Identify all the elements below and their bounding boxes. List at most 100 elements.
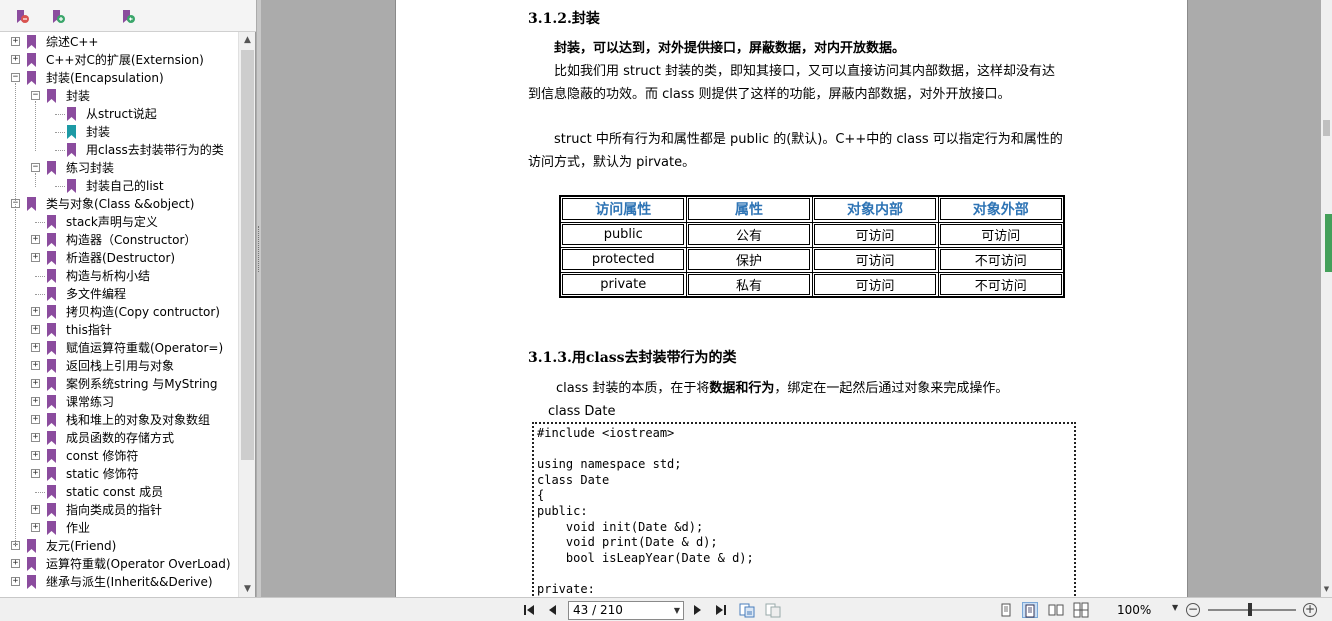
- tree-connector: [35, 492, 45, 493]
- facing-pages-view-icon[interactable]: [1048, 602, 1064, 618]
- bookmark-icon: [27, 71, 36, 85]
- bookmark-label: 返回栈上引用与对象: [66, 359, 175, 373]
- document-page: 3.1.2.封装 封装，可以达到，对外提供接口，屏蔽数据，对内开放数据。 比如我…: [395, 0, 1188, 597]
- expand-icon[interactable]: +: [31, 397, 40, 406]
- section-heading-3-1-2: 3.1.2.封装: [528, 11, 600, 27]
- bookmark-item[interactable]: + 成员函数的存储方式: [0, 429, 238, 447]
- bookmark-item[interactable]: − 封装(Encapsulation): [0, 69, 238, 87]
- code-line: class Date: [537, 472, 610, 487]
- bookmark-item[interactable]: + 析造器(Destructor): [0, 249, 238, 267]
- continuous-facing-view-icon[interactable]: [1073, 602, 1089, 618]
- zoom-slider-thumb[interactable]: [1248, 603, 1252, 616]
- bookmark-icon: [27, 575, 36, 589]
- next-page-icon[interactable]: [689, 602, 705, 618]
- bookmark-item[interactable]: + static 修饰符: [0, 465, 238, 483]
- page-number-value: 43 / 210: [573, 603, 623, 617]
- first-page-icon[interactable]: [521, 602, 537, 618]
- bookmark-item[interactable]: static const 成员: [0, 483, 238, 501]
- bookmark-item[interactable]: + 指向类成员的指针: [0, 501, 238, 519]
- bookmark-label: 练习封装: [66, 161, 115, 175]
- expand-icon[interactable]: +: [31, 253, 40, 262]
- expand-icon[interactable]: +: [11, 55, 20, 64]
- bookmark-icon: [67, 179, 76, 193]
- zoom-out-icon[interactable]: −: [1186, 603, 1200, 617]
- expand-icon[interactable]: +: [11, 559, 20, 568]
- bookmark-delete-icon[interactable]: [14, 9, 30, 25]
- bookmark-item[interactable]: + 构造器（Constructor）: [0, 231, 238, 249]
- scrollbar-thumb[interactable]: [241, 50, 254, 460]
- tree-connector: [55, 114, 65, 115]
- scroll-down-arrow-icon[interactable]: ▼: [1321, 581, 1332, 597]
- scroll-position-indicator: [1325, 214, 1332, 272]
- bookmark-item[interactable]: + 返回栈上引用与对象: [0, 357, 238, 375]
- zoom-in-icon[interactable]: +: [1303, 603, 1317, 617]
- page-number-select[interactable]: 43 / 210 ▼: [568, 601, 684, 620]
- continuous-page-view-icon[interactable]: [1022, 602, 1038, 618]
- bookmark-item[interactable]: + 综述C++: [0, 33, 238, 51]
- bookmark-item[interactable]: + 运算符重载(Operator OverLoad): [0, 555, 238, 573]
- bookmark-item[interactable]: stack声明与定义: [0, 213, 238, 231]
- bookmark-add-icon[interactable]: [50, 9, 66, 25]
- bookmark-item[interactable]: + 课常练习: [0, 393, 238, 411]
- bookmark-label: 指向类成员的指针: [66, 503, 163, 517]
- bookmark-goto-icon[interactable]: [120, 9, 136, 25]
- expand-icon[interactable]: +: [31, 235, 40, 244]
- bookmark-item[interactable]: + this指针: [0, 321, 238, 339]
- scroll-down-arrow-icon[interactable]: ▼: [239, 581, 256, 597]
- expand-icon[interactable]: +: [31, 469, 40, 478]
- paragraph-text: class 封装的本质，在于将: [556, 381, 710, 396]
- bookmark-label: 析造器(Destructor): [66, 251, 176, 265]
- bookmark-item[interactable]: + 拷贝构造(Copy contructor): [0, 303, 238, 321]
- bookmark-item[interactable]: + 作业: [0, 519, 238, 537]
- document-scrollbar[interactable]: ▼: [1321, 0, 1332, 597]
- code-line: private:: [537, 581, 595, 596]
- zoom-level-value[interactable]: 100%: [1117, 603, 1151, 617]
- bookmark-item[interactable]: + 案例系统string 与MyString: [0, 375, 238, 393]
- chevron-down-icon[interactable]: ▼: [1172, 603, 1178, 612]
- previous-page-icon[interactable]: [545, 602, 561, 618]
- expand-icon[interactable]: +: [11, 37, 20, 46]
- expand-icon[interactable]: +: [31, 361, 40, 370]
- scroll-up-arrow-icon[interactable]: ▲: [239, 32, 256, 48]
- bookmark-item[interactable]: + 栈和堆上的对象及对象数组: [0, 411, 238, 429]
- collapse-icon[interactable]: −: [31, 91, 40, 100]
- expand-icon[interactable]: +: [31, 343, 40, 352]
- bookmark-icon: [47, 449, 56, 463]
- expand-icon[interactable]: +: [31, 325, 40, 334]
- expand-icon[interactable]: +: [31, 451, 40, 460]
- expand-icon[interactable]: +: [31, 505, 40, 514]
- bookmark-icon: [67, 125, 76, 139]
- single-page-view-icon[interactable]: [998, 602, 1014, 618]
- bookmark-item[interactable]: + 友元(Friend): [0, 537, 238, 555]
- bookmark-item[interactable]: 构造与析构小结: [0, 267, 238, 285]
- expand-icon[interactable]: +: [31, 307, 40, 316]
- expand-icon[interactable]: +: [31, 433, 40, 442]
- scrollbar-thumb[interactable]: [1323, 120, 1330, 136]
- navigate-forward-icon[interactable]: [765, 602, 781, 618]
- bookmark-item[interactable]: − 类与对象(Class &&object): [0, 195, 238, 213]
- bookmark-label: 构造器（Constructor）: [66, 233, 197, 247]
- expand-icon[interactable]: +: [31, 415, 40, 424]
- expand-icon[interactable]: +: [11, 577, 20, 586]
- expand-icon[interactable]: +: [31, 523, 40, 532]
- last-page-icon[interactable]: [713, 602, 729, 618]
- paragraph-default-access-line1: struct 中所有行为和属性都是 public 的(默认)。C++中的 cla…: [554, 132, 1063, 147]
- collapse-icon[interactable]: −: [31, 163, 40, 172]
- table-header-cell: 访问属性: [559, 195, 687, 223]
- bookmark-item[interactable]: + 赋值运算符重载(Operator=): [0, 339, 238, 357]
- collapse-icon[interactable]: −: [11, 73, 20, 82]
- expand-icon[interactable]: +: [31, 379, 40, 388]
- paragraph-struct-line1: 比如我们用 struct 封装的类，即知其接口，又可以直接访问其内部数据，这样却…: [554, 64, 1055, 79]
- bookmark-item[interactable]: 多文件编程: [0, 285, 238, 303]
- code-line: bool isLeapYear(Date & d);: [537, 550, 754, 565]
- bookmark-item[interactable]: + C++对C的扩展(Externsion): [0, 51, 238, 69]
- navigate-back-icon[interactable]: [739, 602, 755, 618]
- bookmark-item[interactable]: + const 修饰符: [0, 447, 238, 465]
- bookmark-icon: [47, 377, 56, 391]
- bookmark-item[interactable]: + 继承与派生(Inherit&&Derive): [0, 573, 238, 591]
- bookmark-icon: [27, 53, 36, 67]
- bookmarks-scrollbar[interactable]: ▲ ▼: [238, 32, 255, 597]
- code-line: #include <iostream>: [537, 426, 675, 440]
- bookmark-icon: [47, 431, 56, 445]
- zoom-slider-track[interactable]: [1208, 609, 1296, 611]
